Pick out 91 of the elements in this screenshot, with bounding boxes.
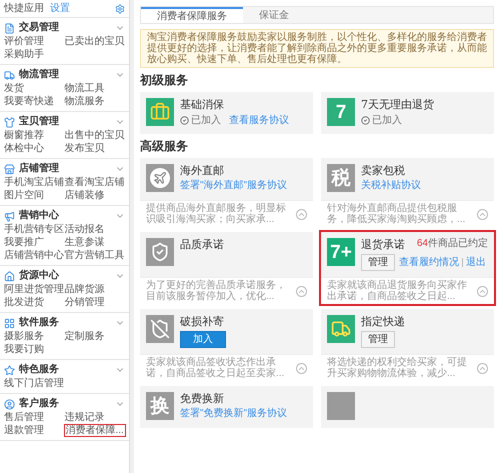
sidebar-link[interactable]: 活动报名 xyxy=(64,224,104,235)
section-icon xyxy=(4,116,15,128)
service-title: 卖家包税 xyxy=(361,164,405,177)
sidebar-link[interactable]: 生意参谋 xyxy=(64,237,104,248)
section-icon xyxy=(4,270,15,282)
sidebar-link[interactable]: 我要寄快递 xyxy=(4,96,54,107)
service-title: 指定快递 xyxy=(361,315,405,328)
joined-status: 已加入 xyxy=(372,114,402,128)
expand-icon[interactable] xyxy=(477,208,488,220)
tab[interactable]: 消费者保障服务 xyxy=(141,7,243,23)
section-icon xyxy=(4,364,15,376)
section-icon xyxy=(4,164,15,174)
service-button[interactable]: 管理 xyxy=(361,331,395,348)
section-heading: 初级服务 xyxy=(140,73,189,87)
expand-icon[interactable] xyxy=(477,362,488,374)
agreed-count: 64件商品已约定 xyxy=(416,238,488,250)
check-icon xyxy=(361,116,370,125)
service-description: 提供商品海外直邮服务，明显标识吸引海淘买家；向买家承... xyxy=(146,203,287,225)
sidebar-link[interactable]: 阿里进货管理 xyxy=(4,284,64,295)
section-title: 客户服务 xyxy=(19,398,59,410)
service-title: 海外直邮 xyxy=(180,164,224,177)
service-button[interactable]: 加入 xyxy=(180,331,226,348)
section-title: 货源中心 xyxy=(19,270,59,282)
service-title: 免费换新 xyxy=(180,392,224,405)
section-title: 店铺管理 xyxy=(19,163,59,175)
service-icon: 7+ xyxy=(327,238,355,266)
service-title: 基础消保 xyxy=(180,98,225,111)
service-icon: 税 xyxy=(327,164,355,192)
service-description: 针对海外直邮商品提供包税服务，降低买家海淘购买顾虑，... xyxy=(327,203,466,225)
service-button[interactable]: 管理 xyxy=(361,254,395,271)
sidebar-link[interactable]: 批发进货 xyxy=(4,297,44,308)
section-title: 软件服务 xyxy=(19,317,59,329)
sidebar-link[interactable]: 图片空间 xyxy=(4,190,44,201)
sidebar-link[interactable]: 官方营销工具 xyxy=(64,250,124,261)
sidebar-link[interactable]: 已卖出的宝贝 xyxy=(64,36,124,47)
settings-icon[interactable] xyxy=(115,4,125,14)
section-title: 物流管理 xyxy=(19,69,59,81)
sidebar-link[interactable]: 体检中心 xyxy=(4,143,44,154)
expand-icon[interactable] xyxy=(296,286,307,296)
sidebar-link[interactable]: 物流工具 xyxy=(64,83,104,94)
section-icon xyxy=(4,70,15,80)
service-title: 退货承诺 xyxy=(361,238,405,251)
section-title: 交易管理 xyxy=(19,22,59,34)
sidebar-link[interactable]: 分销管理 xyxy=(64,297,104,308)
sidebar-link[interactable]: 查看淘宝店铺 xyxy=(64,177,124,188)
notice-text: 淘宝消费者保障服务鼓励卖家以服务制胜，以个性化、多样化的服务给消费者提供更好的选择，让消费者能了解到除商品之外的更多重要服务承诺，从而能放心购买、快速下单、售后处理也更有保障。 xyxy=(140,29,494,68)
sidebar-link[interactable]: 采购助手 xyxy=(4,49,44,60)
expand-icon[interactable] xyxy=(477,286,488,296)
sidebar-link[interactable]: 定制服务 xyxy=(64,331,104,342)
service-icon: 换 xyxy=(146,392,174,420)
service-description: 卖家就该商品签收状态作出承诺，自商品签收之日起至卖家... xyxy=(146,357,286,379)
tab[interactable]: 保证金 xyxy=(243,7,305,23)
sidebar-link[interactable]: 手机营销专区 xyxy=(4,224,64,235)
sidebar-link[interactable]: 橱窗推荐 xyxy=(4,130,44,141)
sidebar-link[interactable]: 摄影服务 xyxy=(4,331,44,342)
sidebar-link[interactable]: 物流服务 xyxy=(64,96,104,107)
service-title: 品质承诺 xyxy=(180,238,224,251)
sidebar-link[interactable]: 我要订购 xyxy=(4,344,44,355)
service-title: 7天无理由退货 xyxy=(361,98,434,111)
service-description: 将选快递的权利交给买家，可提升买家购物物流体验，减少... xyxy=(327,357,468,379)
sidebar-link[interactable]: 评价管理 xyxy=(4,36,44,47)
sidebar-link[interactable]: 品牌货源 xyxy=(64,284,104,295)
sidebar-title: 快捷应用 xyxy=(4,2,44,16)
service-title: 破损补寄 xyxy=(180,315,224,328)
expand-icon[interactable] xyxy=(296,362,307,374)
section-icon xyxy=(4,318,15,328)
sidebar-link[interactable]: 店铺营销中心 xyxy=(4,250,64,261)
section-title: 营销中心 xyxy=(19,210,59,222)
sidebar-link[interactable]: 退款管理 xyxy=(4,425,44,436)
sidebar-link[interactable]: 出售中的宝贝 xyxy=(64,130,124,141)
sidebar-link[interactable]: 违规记录 xyxy=(64,412,104,423)
section-icon xyxy=(4,22,15,34)
sidebar-link[interactable]: 售后管理 xyxy=(4,412,44,423)
joined-status: 已加入 xyxy=(191,114,221,128)
section-icon xyxy=(4,210,15,222)
service-description: 为了更好的完善品质承诺服务，目前该服务暂停加入，优化... xyxy=(146,280,287,302)
sidebar-link[interactable]: 消费者保障... xyxy=(64,425,125,436)
expand-icon[interactable] xyxy=(296,208,307,220)
sidebar-link[interactable]: 发货 xyxy=(4,83,24,94)
check-icon xyxy=(180,116,189,125)
sidebar-link[interactable]: 手机淘宝店铺 xyxy=(4,177,64,188)
sidebar-link[interactable]: 线下门店管理 xyxy=(4,378,64,389)
section-icon xyxy=(4,398,15,410)
section-title: 特色服务 xyxy=(19,364,59,376)
section-heading: 高级服务 xyxy=(140,139,189,153)
service-description: 卖家就该商品退货服务向买家作出承诺，自商品签收之日起... xyxy=(327,280,468,302)
section-title: 宝贝管理 xyxy=(19,116,59,128)
sidebar-link[interactable]: 店铺装修 xyxy=(64,190,104,201)
service-icon: 7 xyxy=(327,98,355,126)
sidebar-link[interactable]: 发布宝贝 xyxy=(64,143,104,154)
sidebar-link[interactable]: 我要推广 xyxy=(4,237,44,248)
